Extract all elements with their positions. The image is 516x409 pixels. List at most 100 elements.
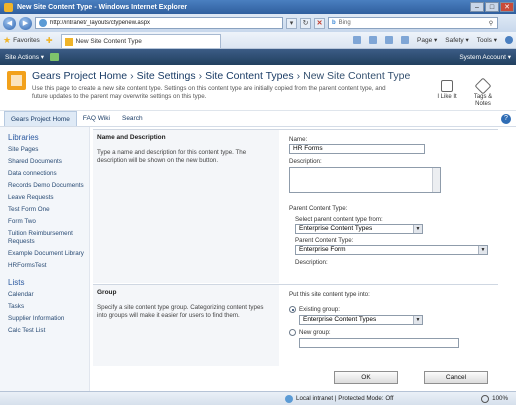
site-logo <box>7 71 26 90</box>
favorites-star-icon[interactable]: ★ <box>3 35 11 46</box>
parent-type-select[interactable]: Enterprise Form ▼ <box>295 245 488 255</box>
ok-button[interactable]: OK <box>334 371 398 384</box>
site-actions-menu[interactable]: Site Actions ▾ <box>5 53 44 61</box>
ql-supplier-information[interactable]: Supplier Information <box>8 315 88 323</box>
tab-title: New Site Content Type <box>75 38 142 45</box>
new-group-field[interactable] <box>299 338 459 348</box>
dropdown-icon[interactable]: ▾ <box>286 17 297 29</box>
parent-content-type-heading: Parent Content Type: <box>289 205 348 212</box>
description-scrollbar[interactable] <box>432 168 440 192</box>
group-section-description: Specify a site content type group. Categ… <box>97 304 264 319</box>
browser-tab[interactable]: New Site Content Type <box>60 34 221 48</box>
nav-gears-project-home[interactable]: Gears Project Home <box>4 111 77 126</box>
ql-tasks[interactable]: Tasks <box>8 303 88 311</box>
print-icon[interactable] <box>401 36 409 44</box>
chevron-down-icon: ▼ <box>413 316 422 324</box>
home-icon[interactable] <box>353 36 361 44</box>
tab-page-icon <box>64 37 73 46</box>
parent-group-select[interactable]: Enterprise Content Types ▼ <box>295 224 423 234</box>
ql-data-connections[interactable]: Data connections <box>8 170 88 178</box>
ql-shared-documents[interactable]: Shared Documents <box>8 158 88 166</box>
status-bar: Local intranet | Protected Mode: Off 100… <box>0 391 516 405</box>
favorites-button[interactable]: Favorites <box>13 37 40 44</box>
top-navigation: Gears Project Home FAQ Wiki Search ? <box>0 111 516 127</box>
chevron-down-icon: ▼ <box>478 246 487 254</box>
tools-menu[interactable]: Tools ▾ <box>477 36 497 44</box>
page-header: Gears Project Home › Site Settings › Site Co… <box>0 65 516 111</box>
search-placeholder: Bing <box>338 20 351 26</box>
ql-site-pages[interactable]: Site Pages <box>8 146 88 154</box>
forward-button[interactable]: ▶ <box>19 16 32 30</box>
libraries-heading[interactable]: Libraries <box>8 133 89 142</box>
existing-group-select[interactable]: Enterprise Content Types ▼ <box>299 315 423 325</box>
description-field[interactable] <box>289 167 441 193</box>
existing-group-option[interactable]: Existing group: <box>289 306 491 313</box>
stop-icon[interactable]: ✕ <box>314 17 325 29</box>
back-button[interactable]: ◀ <box>3 16 16 30</box>
name-section-description: Type a name and description for this con… <box>97 149 247 164</box>
ql-records-demo-documents[interactable]: Records Demo Documents <box>8 182 88 190</box>
help-icon[interactable] <box>505 36 513 44</box>
tag-icon <box>474 77 492 95</box>
lists-heading[interactable]: Lists <box>8 278 89 287</box>
ql-test-form-one[interactable]: Test Form One <box>8 206 88 214</box>
maximize-button[interactable]: □ <box>485 2 499 12</box>
ql-leave-requests[interactable]: Leave Requests <box>8 194 88 202</box>
ql-calc-test-list[interactable]: Calc Test List <box>8 327 88 335</box>
account-menu[interactable]: System Account ▾ <box>459 53 511 61</box>
nav-search[interactable]: Search <box>116 111 149 126</box>
tags-notes-button[interactable]: Tags & Notes <box>468 77 498 108</box>
zoom-control[interactable]: 100% <box>481 394 508 403</box>
safety-menu[interactable]: Safety ▾ <box>445 36 469 44</box>
security-zone[interactable]: Local intranet | Protected Mode: Off <box>285 394 394 403</box>
parent-type-value: Enterprise Form <box>299 246 346 253</box>
feeds-icon[interactable] <box>369 36 377 44</box>
thumbs-up-icon <box>441 80 453 92</box>
navigate-up-icon[interactable] <box>50 53 60 61</box>
ql-hrformstest[interactable]: HRFormsTest <box>8 262 88 270</box>
window-title: New Site Content Type - Windows Internet… <box>17 3 188 11</box>
breadcrumb-site-settings[interactable]: Site Settings <box>137 70 196 82</box>
url-input[interactable]: http://intranet/_layouts/ctypenew.aspx <box>35 17 283 29</box>
breadcrumb-current: New Site Content Type <box>303 70 411 82</box>
name-section-heading: Name and Description <box>97 134 166 141</box>
page-menu[interactable]: Page ▾ <box>417 36 437 44</box>
add-favorite-icon[interactable]: ✚ <box>46 36 53 45</box>
quick-launch: Libraries Site Pages Shared Documents Da… <box>0 127 90 391</box>
mail-icon[interactable] <box>385 36 393 44</box>
zoom-level: 100% <box>492 395 508 402</box>
i-like-it-button[interactable]: I Like It <box>432 80 462 100</box>
intranet-icon <box>285 394 293 403</box>
existing-group-radio[interactable] <box>289 306 296 313</box>
parent-description-label: Description: <box>295 259 328 266</box>
nav-faq-wiki[interactable]: FAQ Wiki <box>77 111 116 126</box>
safety-menu-label: Safety ▾ <box>445 37 469 44</box>
ql-form-two[interactable]: Form Two <box>8 218 88 226</box>
help-icon[interactable]: ? <box>501 113 511 124</box>
name-label: Name: <box>289 136 308 143</box>
page-description: Use this page to create a new site conte… <box>32 85 386 100</box>
refresh-icon[interactable]: ↻ <box>300 17 311 29</box>
name-description-section: Name and Description Type a name and des… <box>93 129 498 283</box>
close-window-button[interactable]: ✕ <box>500 2 514 12</box>
existing-group-label: Existing group: <box>299 306 340 313</box>
ql-tuition-reimbursement[interactable]: Tuition Reimbursement Requests <box>8 230 88 246</box>
breadcrumb-content-types[interactable]: Site Content Types <box>205 70 294 82</box>
new-group-label: New group: <box>299 329 331 336</box>
breadcrumb-home[interactable]: Gears Project Home <box>32 70 127 82</box>
ql-calendar[interactable]: Calendar <box>8 291 88 299</box>
i-like-it-label: I Like It <box>437 94 457 100</box>
new-group-radio[interactable] <box>289 329 296 336</box>
search-icon[interactable]: ⚲ <box>485 20 497 27</box>
minimize-button[interactable]: – <box>470 2 484 12</box>
tags-notes-label: Tags & Notes <box>473 94 493 107</box>
search-input[interactable]: b Bing ⚲ <box>328 17 498 29</box>
name-field[interactable]: HR Forms <box>289 144 425 154</box>
ql-example-document-library[interactable]: Example Document Library <box>8 250 88 258</box>
url-value: http://intranet/_layouts/ctypenew.aspx <box>50 20 151 26</box>
main-content: Name and Description Type a name and des… <box>91 127 500 391</box>
security-zone-label: Local intranet | Protected Mode: Off <box>296 395 394 402</box>
select-from-label: Select parent content type from: <box>295 216 383 223</box>
cancel-button[interactable]: Cancel <box>424 371 488 384</box>
new-group-option[interactable]: New group: <box>289 329 491 336</box>
